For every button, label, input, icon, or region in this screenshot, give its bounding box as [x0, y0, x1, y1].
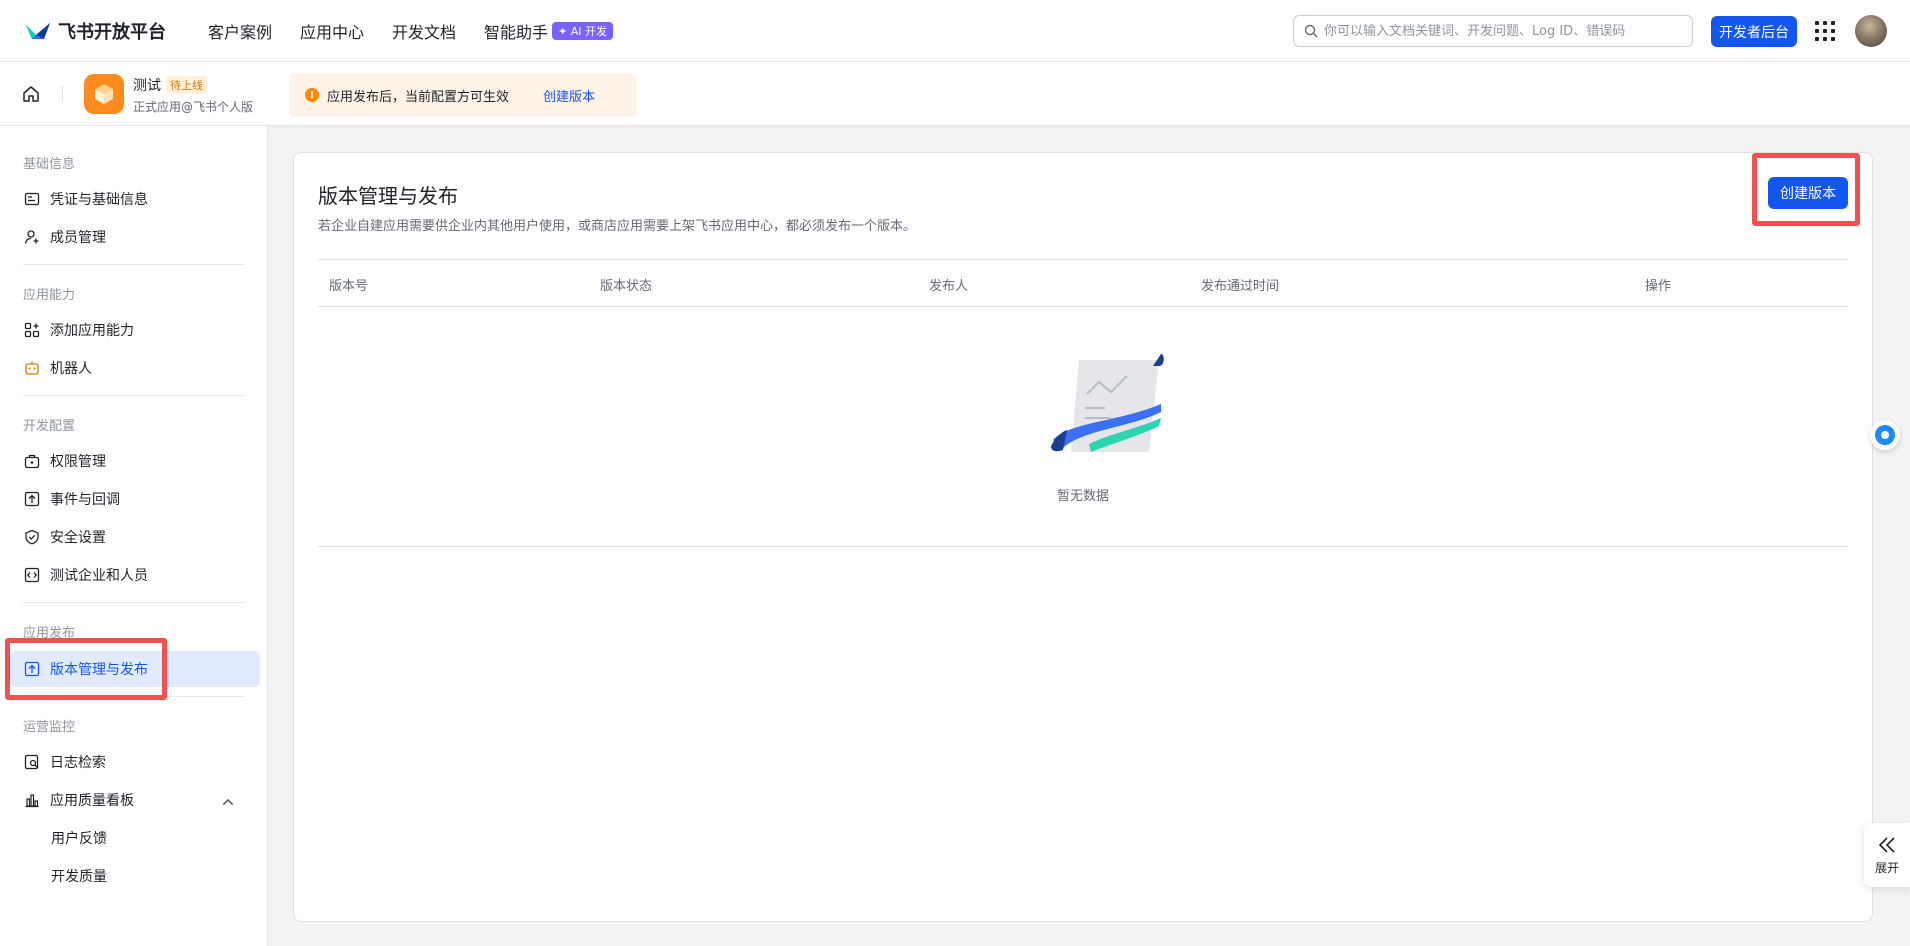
nav-link-docs[interactable]: 开发文档	[392, 19, 456, 43]
nav-link-cases[interactable]: 客户案例	[208, 19, 272, 43]
apps-add-icon	[24, 322, 40, 338]
sidebar-item-dev-quality[interactable]: 开发质量	[10, 858, 260, 894]
search-box[interactable]	[1293, 15, 1693, 47]
sidebar-item-members[interactable]: 成员管理	[10, 219, 260, 255]
sidebar-item-label: 应用质量看板	[50, 793, 134, 809]
shield-icon	[25, 529, 39, 545]
sidebar-divider	[23, 696, 244, 697]
version-management-card: 版本管理与发布 若企业自建应用需要供企业内其他用户使用，或商店应用需要上架飞书应…	[293, 152, 1873, 922]
id-card-icon	[24, 192, 40, 206]
app-name: 测试	[133, 78, 161, 94]
empty-text: 暂无数据	[1056, 489, 1109, 504]
chevron-up-icon[interactable]	[220, 794, 236, 810]
search-input[interactable]	[1324, 23, 1664, 39]
developer-console-button[interactable]: 开发者后台	[1711, 16, 1797, 47]
column-header-approved-time: 发布通过时间	[1201, 279, 1280, 294]
sidebar-item-test-org[interactable]: 测试企业和人员	[10, 557, 260, 593]
robot-icon	[25, 361, 39, 375]
sidebar-item-label: 事件与回调	[50, 492, 120, 508]
notice-text: 应用发布后，当前配置方可生效	[327, 89, 510, 105]
sidebar-item-label: 版本管理与发布	[50, 662, 148, 678]
chat-bubble-icon	[1875, 425, 1895, 445]
sidebar-group-release: 应用发布	[23, 626, 76, 641]
expand-label: 展开	[1874, 860, 1899, 875]
app-status-badge: 待上线	[166, 76, 207, 94]
sidebar-item-events[interactable]: 事件与回调	[10, 481, 260, 517]
sidebar-item-label: 凭证与基础信息	[50, 192, 148, 208]
sidebar-item-version-release[interactable]: 版本管理与发布	[10, 651, 260, 687]
expand-panel-button[interactable]: 展开	[1864, 823, 1910, 887]
event-callback-icon	[24, 491, 40, 507]
user-add-icon	[24, 230, 39, 244]
table-empty-state: 暂无数据	[318, 307, 1848, 547]
bar-chart-icon	[25, 794, 39, 808]
warning-icon: !	[305, 88, 319, 102]
sidebar-item-label: 日志检索	[50, 755, 106, 771]
home-icon[interactable]	[21, 84, 41, 104]
sidebar-item-permissions[interactable]: 权限管理	[10, 443, 260, 479]
column-header-actions: 操作	[1645, 279, 1672, 294]
sidebar-group-monitoring: 运营监控	[23, 720, 76, 735]
sidebar-group-dev-config: 开发配置	[23, 419, 76, 434]
sidebar-item-bot[interactable]: 机器人	[10, 350, 260, 386]
apps-grid-icon[interactable]	[1815, 21, 1835, 41]
column-header-publisher: 发布人	[929, 279, 969, 294]
app-icon	[84, 74, 124, 114]
column-header-version: 版本号	[329, 279, 369, 294]
upload-icon	[24, 661, 40, 677]
sidebar-item-security[interactable]: 安全设置	[10, 519, 260, 555]
brand[interactable]: 飞书开放平台	[24, 18, 166, 44]
sidebar-divider	[23, 264, 244, 265]
nav-link-assistant-label: 智能助手	[484, 22, 549, 42]
sidebar-item-quality-board[interactable]: 应用质量看板	[10, 782, 260, 818]
nav-links: 客户案例 应用中心 开发文档 智能助手 ✦ AI 开发	[208, 19, 641, 43]
sidebar-item-label: 安全设置	[50, 530, 106, 546]
app-header: 测试 待上线 正式应用@飞书个人版 ! 应用发布后，当前配置方可生效 创建版本	[0, 62, 1910, 126]
nav-link-assistant[interactable]: 智能助手 ✦ AI 开发	[484, 19, 614, 43]
sidebar-item-label: 成员管理	[50, 230, 106, 246]
user-avatar[interactable]	[1855, 15, 1887, 47]
sidebar-item-credentials[interactable]: 凭证与基础信息	[10, 181, 260, 217]
create-version-button[interactable]: 创建版本	[1768, 177, 1848, 209]
sidebar-item-label: 添加应用能力	[50, 323, 134, 339]
sidebar: 基础信息 凭证与基础信息 成员管理 应用能力 添加应用能力 机器人 开发配置 权…	[0, 126, 268, 946]
code-icon	[24, 567, 40, 583]
sidebar-divider	[23, 602, 244, 603]
notice-create-version-link[interactable]: 创建版本	[543, 86, 595, 105]
column-header-status: 版本状态	[600, 279, 653, 294]
briefcase-lock-icon	[24, 454, 40, 469]
sidebar-item-add-capability[interactable]: 添加应用能力	[10, 312, 260, 348]
empty-document-icon	[1051, 354, 1164, 452]
sidebar-group-capabilities: 应用能力	[23, 288, 76, 303]
feishu-logo-icon	[26, 22, 50, 39]
sidebar-item-log-search[interactable]: 日志检索	[10, 744, 260, 780]
sidebar-group-basic: 基础信息	[23, 157, 76, 172]
sidebar-item-label: 用户反馈	[51, 831, 107, 847]
sidebar-item-label: 机器人	[50, 361, 92, 377]
nav-link-app-center[interactable]: 应用中心	[300, 19, 364, 43]
sidebar-divider	[23, 395, 244, 396]
sidebar-item-label: 测试企业和人员	[50, 568, 148, 584]
page-description: 若企业自建应用需要供企业内其他用户使用，或商店应用需要上架飞书应用中心，都必须发…	[318, 219, 917, 234]
brand-name: 飞书开放平台	[58, 21, 166, 43]
assistant-float-button[interactable]	[1870, 420, 1900, 450]
table-header: 版本号 版本状态 发布人 发布通过时间 操作	[318, 259, 1848, 307]
box-icon	[95, 84, 113, 104]
header-divider	[62, 86, 63, 102]
sidebar-item-user-feedback[interactable]: 用户反馈	[10, 820, 260, 856]
publish-notice: ! 应用发布后，当前配置方可生效 创建版本	[289, 73, 637, 117]
double-chevron-left-icon	[1878, 836, 1895, 853]
sidebar-item-label: 开发质量	[51, 869, 107, 885]
search-icon	[1304, 24, 1318, 38]
log-search-icon	[24, 754, 39, 770]
ai-badge: ✦ AI 开发	[552, 21, 614, 40]
app-subtitle: 正式应用@飞书个人版	[133, 100, 254, 114]
sidebar-item-label: 权限管理	[50, 454, 106, 470]
page-title: 版本管理与发布	[318, 184, 458, 208]
